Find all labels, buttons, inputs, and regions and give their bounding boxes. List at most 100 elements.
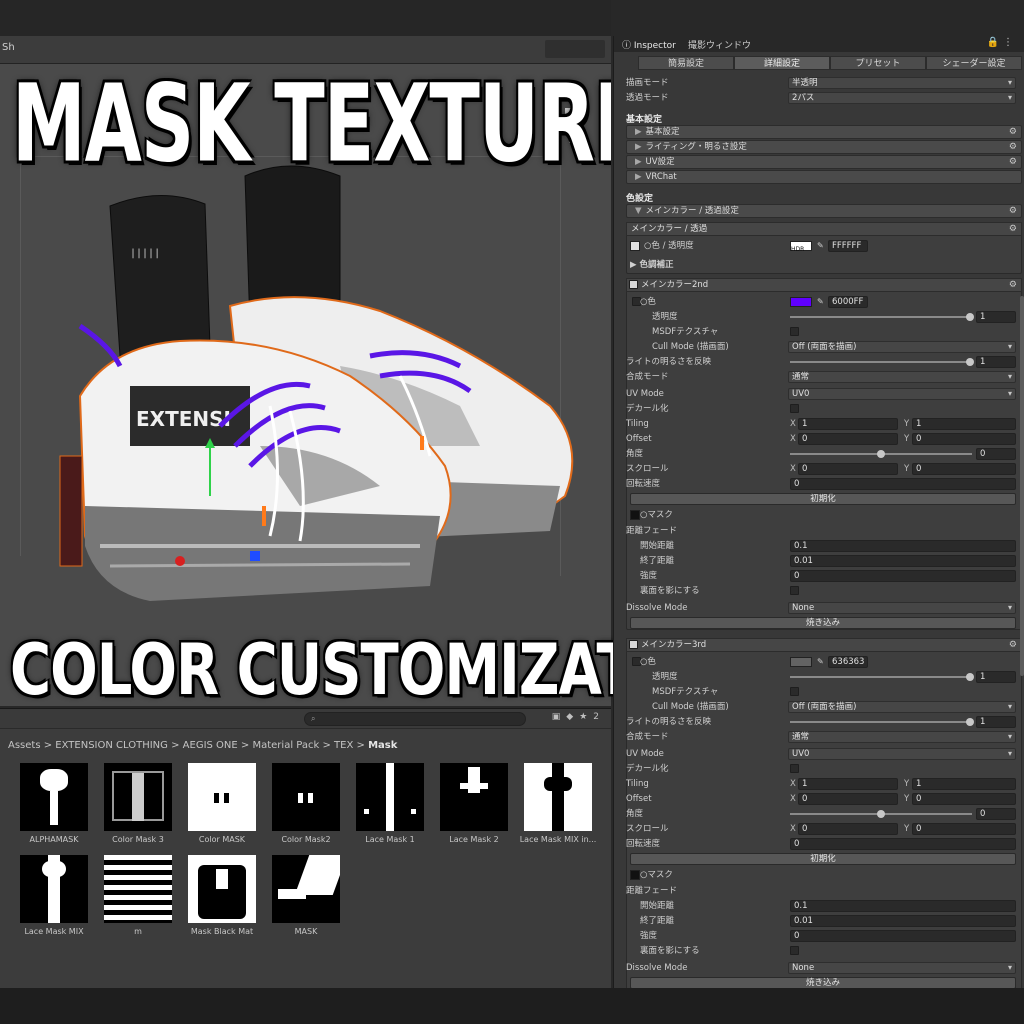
asset-item[interactable]: Color MASK (180, 763, 264, 851)
eyedropper-icon[interactable]: ✎ (817, 239, 824, 253)
project-toolbar-icons[interactable]: ▣◆★2 (552, 712, 605, 722)
tab-menu-icons[interactable]: 🔒⋮ (987, 37, 1017, 48)
offset-x[interactable]: 0 (798, 793, 898, 805)
gizmos-dropdown[interactable] (545, 40, 605, 58)
fade-strength-input[interactable]: 0 (790, 570, 1016, 582)
asset-item[interactable]: Lace Mask 1 (348, 763, 432, 851)
tiling-y[interactable]: 1 (912, 418, 1016, 430)
angle-slider-value[interactable]: 0 (976, 448, 1016, 460)
tab-inspector[interactable]: ⓘ Inspector (622, 38, 676, 51)
blend-mode-dropdown[interactable]: 通常 (788, 371, 1016, 383)
main-color-hex-input[interactable]: FFFFFF (828, 240, 868, 252)
asset-item[interactable]: Color Mask2 (264, 763, 348, 851)
opacity-slider-value[interactable]: 1 (976, 671, 1016, 683)
tiling-y[interactable]: 1 (912, 778, 1016, 790)
tab-shader-settings[interactable]: シェーダー設定 (926, 56, 1022, 70)
foldout-uv[interactable]: ▶ UV設定 ⚙ (626, 155, 1022, 169)
layer-title[interactable]: メインカラー2nd ⚙ (626, 278, 1022, 292)
asset-item[interactable]: Lace Mask MIX in... (516, 763, 600, 851)
scroll-x[interactable]: 0 (798, 823, 898, 835)
transparency-mode-dropdown[interactable]: 2パス (788, 92, 1016, 104)
foldout-basic[interactable]: ▶ 基本設定 ⚙ (626, 125, 1022, 139)
decal-checkbox[interactable] (790, 404, 799, 413)
tab-detailed-settings[interactable]: 詳細設定 (734, 56, 830, 70)
dissolve-mode-dropdown[interactable]: None (788, 602, 1016, 614)
render-mode-dropdown[interactable]: 半透明 (788, 77, 1016, 89)
light-slider-value[interactable]: 1 (976, 356, 1016, 368)
fade-start-input[interactable]: 0.1 (790, 540, 1016, 552)
gear-icon[interactable]: ⚙ (1009, 205, 1017, 217)
gear-icon[interactable]: ⚙ (1009, 223, 1017, 235)
asset-item[interactable]: Mask Black Mat (180, 855, 264, 943)
tab-simple-settings[interactable]: 簡易設定 (638, 56, 734, 70)
decal-checkbox[interactable] (790, 764, 799, 773)
reset-button[interactable]: 初期化 (630, 853, 1016, 865)
backface-shadow-checkbox[interactable] (790, 586, 799, 595)
gear-icon[interactable]: ⚙ (1009, 639, 1017, 651)
breadcrumb-item[interactable]: TEX (334, 740, 353, 751)
scroll-x[interactable]: 0 (798, 463, 898, 475)
asset-item[interactable]: Lace Mask 2 (432, 763, 516, 851)
light-slider-knob[interactable] (966, 718, 974, 726)
breadcrumb-item[interactable]: AEGIS ONE (183, 740, 238, 751)
main-color-swatch[interactable]: HDR (790, 241, 812, 253)
scroll-y[interactable]: 0 (912, 463, 1016, 475)
layer-color-hex-input[interactable]: 636363 (828, 656, 868, 668)
layer-color-hex-input[interactable]: 6000FF (828, 296, 868, 308)
scene-view[interactable]: Sh Iso ||||| EXTENSI MASK TEXTURE (0, 36, 611, 706)
shading-mode-dropdown[interactable]: Sh (2, 42, 15, 53)
asset-item[interactable]: m (96, 855, 180, 943)
bake-button[interactable]: 焼き込み (630, 617, 1016, 629)
opacity-slider-knob[interactable] (966, 673, 974, 681)
rotation-speed-input[interactable]: 0 (790, 478, 1016, 490)
tab-capture-window[interactable]: 撮影ウィンドウ (688, 38, 751, 51)
color-correction-foldout[interactable]: ▶ 色調補正 (630, 258, 674, 272)
bake-button[interactable]: 焼き込み (630, 977, 1016, 988)
tiling-x[interactable]: 1 (798, 778, 898, 790)
reset-button[interactable]: 初期化 (630, 493, 1016, 505)
gear-icon[interactable]: ⚙ (1009, 156, 1017, 168)
msdf-checkbox[interactable] (790, 327, 799, 336)
gear-icon[interactable]: ⚙ (1009, 279, 1017, 291)
light-slider-knob[interactable] (966, 358, 974, 366)
foldout-lighting[interactable]: ▶ ライティング・明るさ設定 ⚙ (626, 140, 1022, 154)
mask-texture-slot-icon[interactable] (630, 510, 640, 520)
angle-slider-value[interactable]: 0 (976, 808, 1016, 820)
layer-enable-checkbox[interactable] (629, 640, 638, 649)
fade-end-input[interactable]: 0.01 (790, 915, 1016, 927)
project-search-input[interactable]: ⌕ (304, 712, 526, 726)
asset-item[interactable]: Lace Mask MIX (12, 855, 96, 943)
angle-slider-knob[interactable] (877, 450, 885, 458)
cull-mode-dropdown[interactable]: Off (両面を描画) (788, 701, 1016, 713)
asset-item[interactable]: ALPHAMASK (12, 763, 96, 851)
fade-strength-input[interactable]: 0 (790, 930, 1016, 942)
inspector-scrollbar[interactable] (1020, 296, 1024, 676)
msdf-checkbox[interactable] (790, 687, 799, 696)
rotation-speed-input[interactable]: 0 (790, 838, 1016, 850)
cull-mode-dropdown[interactable]: Off (両面を描画) (788, 341, 1016, 353)
eyedropper-icon[interactable]: ✎ (817, 655, 824, 669)
uv-mode-dropdown[interactable]: UV0 (788, 388, 1016, 400)
layer-title[interactable]: メインカラー3rd ⚙ (626, 638, 1022, 652)
foldout-vrchat[interactable]: ▶ VRChat (626, 170, 1022, 184)
mask-texture-slot-icon[interactable] (630, 870, 640, 880)
opacity-slider-knob[interactable] (966, 313, 974, 321)
eyedropper-icon[interactable]: ✎ (817, 295, 824, 309)
breadcrumb-item[interactable]: Assets (8, 740, 41, 751)
foldout-main-color[interactable]: ▼ メインカラー / 透過設定 ⚙ (626, 204, 1022, 218)
fade-start-input[interactable]: 0.1 (790, 900, 1016, 912)
asset-item[interactable]: Color Mask 3 (96, 763, 180, 851)
tiling-x[interactable]: 1 (798, 418, 898, 430)
breadcrumb-item[interactable]: EXTENSION CLOTHING (55, 740, 168, 751)
scroll-y[interactable]: 0 (912, 823, 1016, 835)
backface-shadow-checkbox[interactable] (790, 946, 799, 955)
fade-end-input[interactable]: 0.01 (790, 555, 1016, 567)
asset-item[interactable]: MASK (264, 855, 348, 943)
sneaker-model[interactable]: ||||| EXTENSI (40, 146, 590, 616)
gear-icon[interactable]: ⚙ (1009, 126, 1017, 138)
offset-x[interactable]: 0 (798, 433, 898, 445)
breadcrumb-current[interactable]: Mask (368, 740, 397, 751)
light-slider-value[interactable]: 1 (976, 716, 1016, 728)
layer-enable-checkbox[interactable] (629, 280, 638, 289)
texture-slot-icon[interactable] (630, 241, 640, 251)
